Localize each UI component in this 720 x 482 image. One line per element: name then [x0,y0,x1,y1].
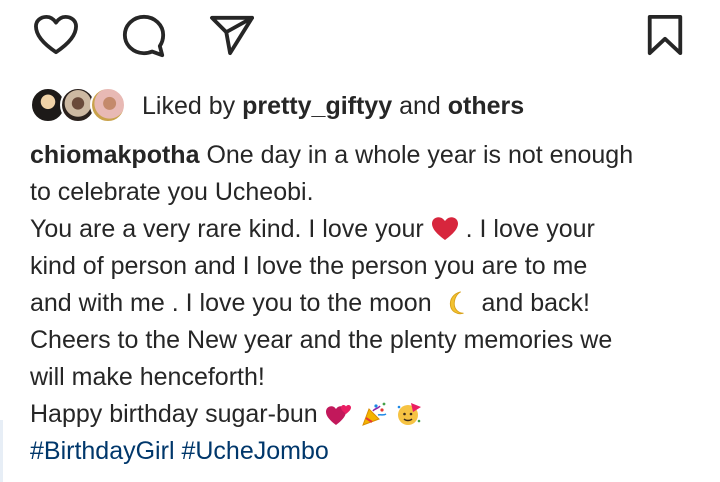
caption-line: kind of person and I love the person you… [30,252,588,280]
caption-line: Happy birthday sugar-bun [30,396,710,433]
caption-text: and back! [481,289,590,317]
two-hearts-emoji-icon [325,405,351,425]
caption-text: . I love your [465,215,595,243]
caption-text: and with me . I love you to the moon [30,289,432,317]
liker-avatars[interactable] [30,86,130,126]
caption-line: chiomakpotha One day in a whole year is … [30,137,710,174]
scroll-edge-accent [0,420,3,482]
likes-middle: and [399,92,441,120]
crescent-moon-emoji-icon [449,291,464,315]
caption-text: You are a very rare kind. I love your [30,215,424,243]
caption-line: Cheers to the New year and the plenty me… [30,326,613,354]
others-link[interactable]: others [448,92,524,120]
comment-icon[interactable] [121,13,167,59]
hashtag-link[interactable]: #UcheJombo [181,437,328,465]
caption-line: and with me . I love you to the moon and… [30,285,710,322]
caption-line: #BirthdayGirl #UcheJombo [30,433,710,470]
post-caption: chiomakpotha One day in a whole year is … [30,137,710,470]
caption-text: Happy birthday sugar-bun [30,400,318,428]
caption-line: to celebrate you Ucheobi. [30,178,314,206]
avatar[interactable] [90,87,126,123]
likes-prefix: Liked by [142,92,236,120]
bookmark-icon[interactable] [646,14,684,56]
party-popper-emoji-icon [361,402,386,426]
hashtag-link[interactable]: #BirthdayGirl [30,437,175,465]
liker-username-link[interactable]: pretty_giftyy [242,92,392,120]
heart-icon[interactable] [33,14,79,56]
caption-line: You are a very rare kind. I love your . … [30,211,710,248]
likes-summary: Liked by pretty_giftyy and others [30,86,524,126]
likes-text: Liked by pretty_giftyy and others [142,86,524,126]
red-heart-emoji-icon [431,217,458,240]
partying-face-emoji-icon [397,403,421,425]
caption-username-link[interactable]: chiomakpotha [30,141,199,169]
post-action-bar [0,0,720,80]
paper-plane-icon[interactable] [209,14,255,56]
caption-line: will make henceforth! [30,363,265,391]
caption-text: One day in a whole year is not enough [206,141,634,169]
